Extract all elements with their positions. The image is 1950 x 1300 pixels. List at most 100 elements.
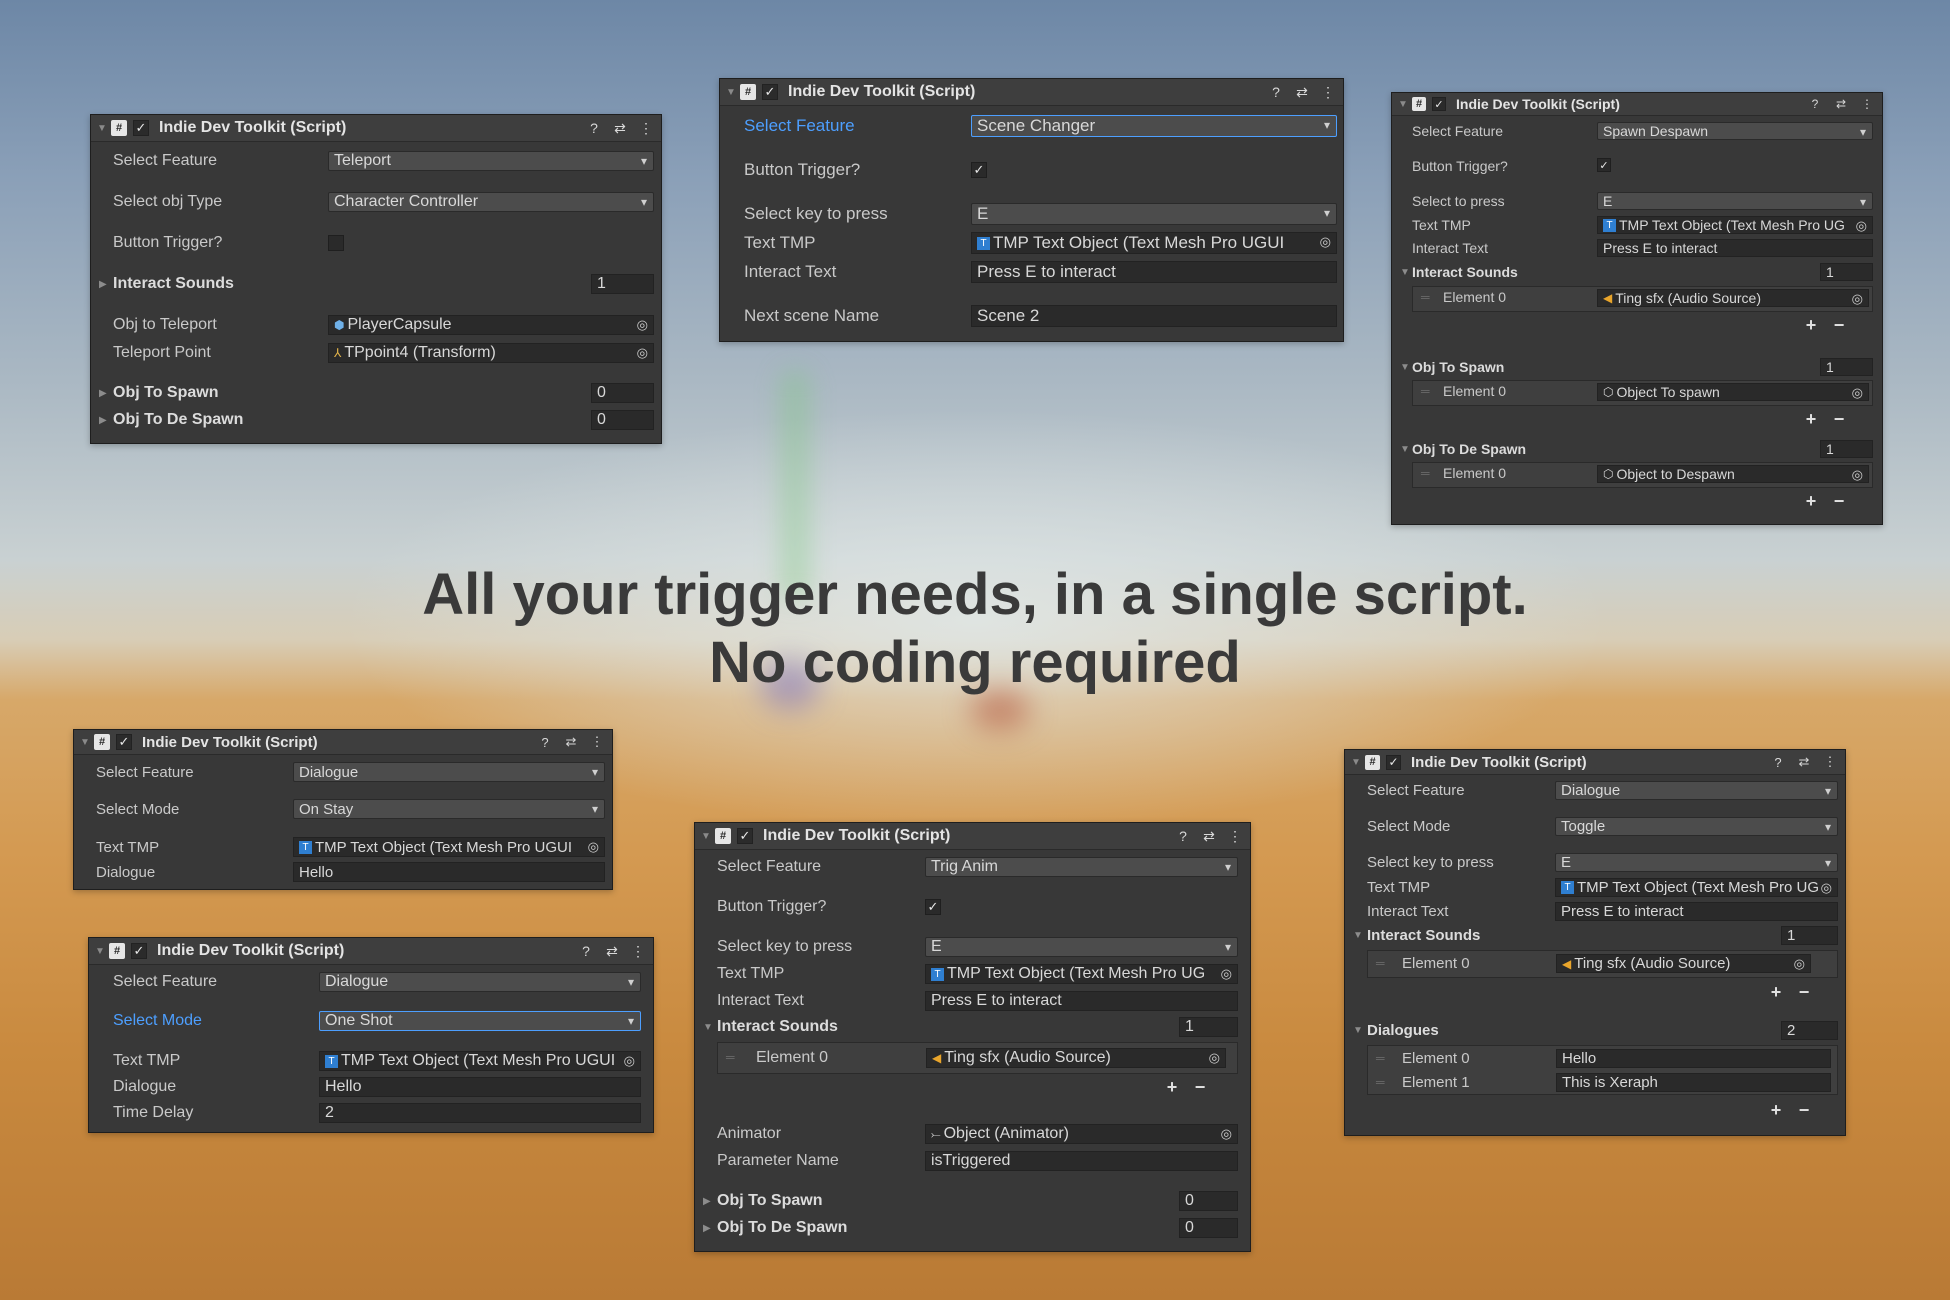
object-picker-icon[interactable]: ◎ (637, 344, 648, 362)
object-picker-icon[interactable]: ◎ (1852, 466, 1863, 482)
help-icon[interactable]: ? (1176, 828, 1190, 844)
collapse-triangle-icon[interactable]: ▼ (726, 87, 740, 98)
drag-handle-icon[interactable]: ═ (1421, 384, 1430, 398)
dialogues-count[interactable]: 2 (1781, 1020, 1838, 1040)
select-feature-dropdown[interactable]: Dialogue (293, 762, 605, 782)
preset-icon[interactable]: ⇄ (1295, 84, 1309, 101)
obj-to-spawn-label[interactable]: Obj To Spawn (113, 384, 218, 402)
foldout-icon[interactable]: ▶ (703, 1223, 711, 1234)
object-picker-icon[interactable]: ◎ (1221, 965, 1232, 983)
preset-icon[interactable]: ⇄ (613, 120, 627, 137)
remove-element-button[interactable]: − (1797, 1100, 1811, 1121)
text-tmp-field[interactable]: T TMP Text Object (Text Mesh Pro UGUI ◎ (319, 1051, 641, 1071)
drag-handle-icon[interactable]: ═ (1421, 466, 1430, 480)
obj-to-despawn-count[interactable]: 0 (1179, 1218, 1238, 1238)
collapse-triangle-icon[interactable]: ▼ (97, 123, 111, 134)
interact-text-input[interactable]: Press E to interact (1597, 239, 1873, 257)
button-trigger-checkbox[interactable]: ✓ (1597, 158, 1611, 172)
foldout-icon[interactable]: ▼ (1400, 444, 1410, 455)
menu-icon[interactable]: ⋮ (1321, 84, 1335, 101)
preset-icon[interactable]: ⇄ (1797, 754, 1811, 770)
add-element-button[interactable]: + (1165, 1077, 1179, 1098)
button-trigger-checkbox[interactable] (328, 235, 344, 251)
dialogue-element-input[interactable]: This is Xeraph (1556, 1073, 1831, 1092)
obj-to-teleport-field[interactable]: ⬢ PlayerCapsule ◎ (328, 315, 654, 335)
help-icon[interactable]: ? (1269, 84, 1283, 100)
remove-element-button[interactable]: − (1832, 491, 1846, 512)
preset-icon[interactable]: ⇄ (1834, 97, 1848, 111)
audio-source-field[interactable]: ◀ Ting sfx (Audio Source) ◎ (1597, 289, 1869, 307)
obj-to-spawn-label[interactable]: Obj To Spawn (717, 1192, 822, 1210)
enabled-checkbox[interactable]: ✓ (1386, 754, 1401, 770)
next-scene-input[interactable]: Scene 2 (971, 305, 1337, 327)
foldout-icon[interactable]: ▶ (99, 388, 107, 399)
teleport-point-field[interactable]: ⅄ TPpoint4 (Transform) ◎ (328, 343, 654, 363)
help-icon[interactable]: ? (587, 120, 601, 136)
interact-text-input[interactable]: Press E to interact (971, 261, 1337, 283)
select-feature-dropdown[interactable]: Spawn Despawn (1597, 122, 1873, 140)
add-element-button[interactable]: + (1804, 409, 1818, 430)
menu-icon[interactable]: ⋮ (590, 734, 604, 750)
obj-to-spawn-label[interactable]: Obj To Spawn (1412, 359, 1504, 375)
interact-sounds-count[interactable]: 1 (1781, 925, 1838, 945)
text-tmp-field[interactable]: T TMP Text Object (Text Mesh Pro UGUI ◎ (293, 837, 605, 857)
foldout-icon[interactable]: ▼ (703, 1022, 713, 1033)
obj-to-spawn-count[interactable]: 1 (1820, 358, 1873, 376)
text-tmp-field[interactable]: T TMP Text Object (Text Mesh Pro UG ◎ (1597, 216, 1873, 234)
add-element-button[interactable]: + (1769, 982, 1783, 1003)
select-feature-dropdown[interactable]: Scene Changer (971, 115, 1337, 137)
time-delay-input[interactable]: 2 (319, 1103, 641, 1123)
enabled-checkbox[interactable]: ✓ (131, 943, 147, 959)
obj-to-spawn-count[interactable]: 0 (1179, 1191, 1238, 1211)
remove-element-button[interactable]: − (1832, 315, 1846, 336)
enabled-checkbox[interactable]: ✓ (133, 120, 149, 136)
drag-handle-icon[interactable]: ═ (1376, 956, 1385, 970)
select-feature-dropdown[interactable]: Teleport (328, 151, 654, 171)
foldout-icon[interactable]: ▶ (99, 415, 107, 426)
select-feature-dropdown[interactable]: Trig Anim (925, 857, 1238, 877)
help-icon[interactable]: ? (1808, 97, 1822, 111)
gameobject-field[interactable]: ⬡ Object to Despawn ◎ (1597, 465, 1869, 483)
button-trigger-checkbox[interactable]: ✓ (971, 162, 987, 178)
enabled-checkbox[interactable]: ✓ (762, 84, 778, 100)
object-picker-icon[interactable]: ◎ (1221, 1125, 1232, 1143)
menu-icon[interactable]: ⋮ (1823, 754, 1837, 770)
audio-source-field[interactable]: ◀ Ting sfx (Audio Source) ◎ (926, 1048, 1226, 1068)
object-picker-icon[interactable]: ◎ (624, 1052, 635, 1070)
add-element-button[interactable]: + (1769, 1100, 1783, 1121)
interact-text-input[interactable]: Press E to interact (925, 991, 1238, 1011)
parameter-name-input[interactable]: isTriggered (925, 1151, 1238, 1171)
dialogue-input[interactable]: Hello (319, 1077, 641, 1097)
collapse-triangle-icon[interactable]: ▼ (80, 737, 94, 748)
collapse-triangle-icon[interactable]: ▼ (701, 831, 715, 842)
drag-handle-icon[interactable]: ═ (1376, 1075, 1385, 1089)
dialogue-input[interactable]: Hello (293, 862, 605, 882)
remove-element-button[interactable]: − (1797, 982, 1811, 1003)
button-trigger-checkbox[interactable]: ✓ (925, 899, 941, 915)
object-picker-icon[interactable]: ◎ (588, 838, 599, 856)
object-picker-icon[interactable]: ◎ (1821, 879, 1832, 896)
obj-to-spawn-count[interactable]: 0 (591, 383, 654, 403)
select-key-dropdown[interactable]: E (925, 937, 1238, 957)
menu-icon[interactable]: ⋮ (1860, 97, 1874, 111)
preset-icon[interactable]: ⇄ (1202, 828, 1216, 845)
select-key-dropdown[interactable]: E (1597, 192, 1873, 210)
drag-handle-icon[interactable]: ═ (726, 1050, 735, 1064)
object-picker-icon[interactable]: ◎ (1852, 384, 1863, 400)
obj-to-despawn-label[interactable]: Obj To De Spawn (113, 411, 243, 429)
interact-sounds-label[interactable]: Interact Sounds (113, 275, 234, 293)
foldout-icon[interactable]: ▼ (1353, 1025, 1363, 1036)
interact-sounds-label[interactable]: Interact Sounds (1367, 927, 1480, 944)
remove-element-button[interactable]: − (1193, 1077, 1207, 1098)
select-feature-dropdown[interactable]: Dialogue (1555, 780, 1838, 800)
object-picker-icon[interactable]: ◎ (1320, 233, 1331, 251)
dialogue-element-input[interactable]: Hello (1556, 1049, 1831, 1068)
enabled-checkbox[interactable]: ✓ (737, 828, 753, 844)
select-key-dropdown[interactable]: E (1555, 852, 1838, 872)
select-key-dropdown[interactable]: E (971, 203, 1337, 225)
collapse-triangle-icon[interactable]: ▼ (1398, 99, 1412, 110)
dialogues-label[interactable]: Dialogues (1367, 1022, 1439, 1039)
object-picker-icon[interactable]: ◎ (1856, 217, 1867, 233)
text-tmp-field[interactable]: T TMP Text Object (Text Mesh Pro UG ◎ (925, 964, 1238, 984)
audio-source-field[interactable]: ◀ Ting sfx (Audio Source) ◎ (1556, 954, 1811, 973)
